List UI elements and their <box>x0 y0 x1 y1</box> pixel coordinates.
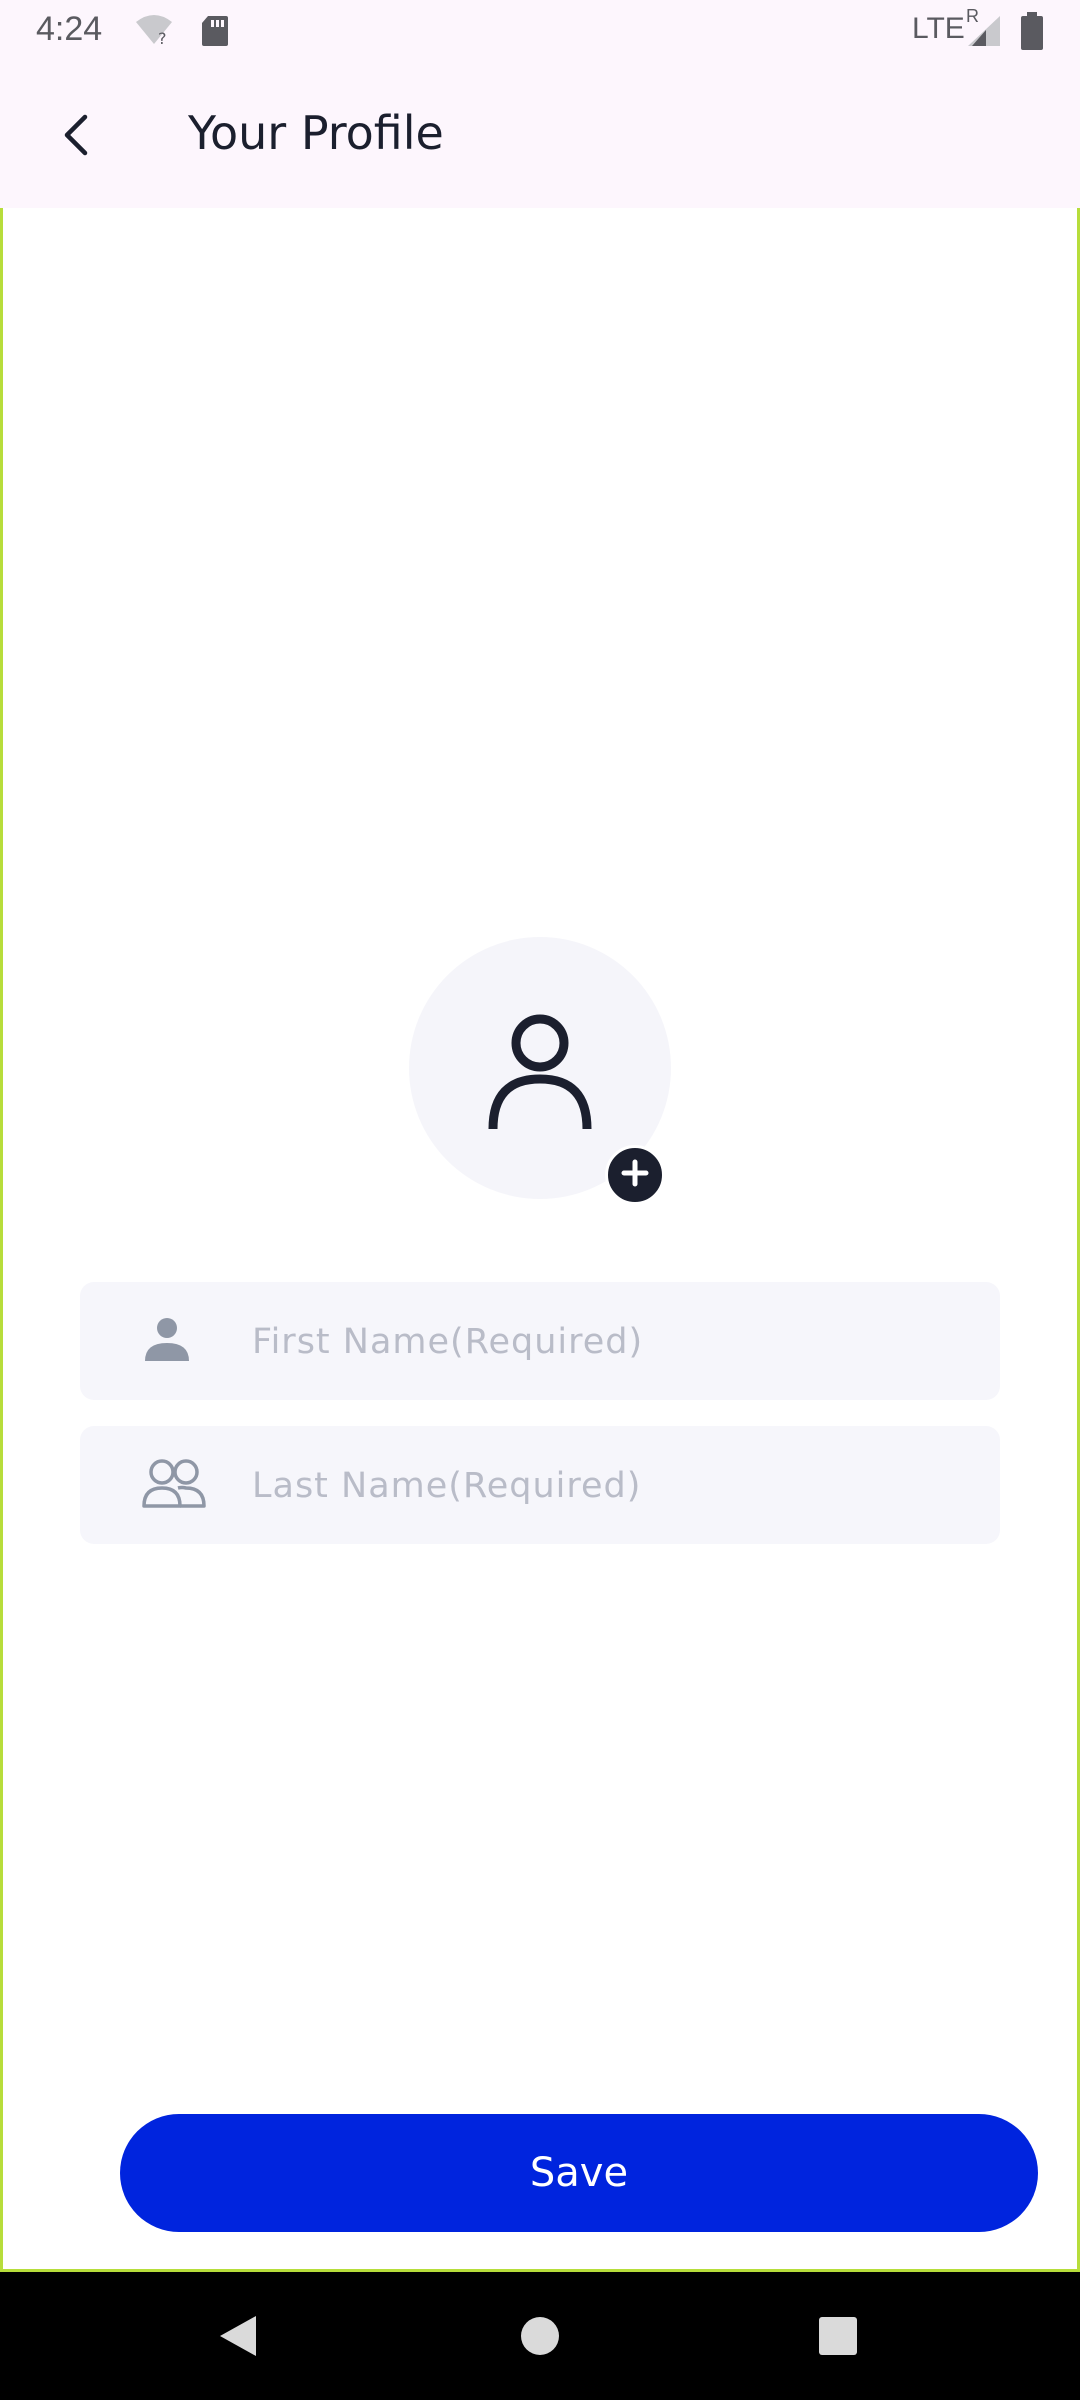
status-bar: 4:24 ? LTE R <box>0 0 1080 62</box>
last-name-field <box>80 1426 1000 1546</box>
network-type-label: LTE <box>912 12 965 45</box>
wifi-icon: ? <box>134 14 174 51</box>
last-name-input[interactable] <box>250 1426 974 1546</box>
avatar-picker[interactable] <box>409 937 671 1205</box>
page-title: Your Profile <box>188 106 444 160</box>
svg-text:?: ? <box>158 29 167 46</box>
first-name-input[interactable] <box>250 1282 974 1402</box>
nav-recents-icon[interactable] <box>818 2316 858 2361</box>
sd-card-icon <box>200 14 230 53</box>
person-icon <box>142 1315 192 1370</box>
save-button[interactable]: Save <box>120 2114 1038 2232</box>
person-icon <box>487 1013 593 1136</box>
signal-icon <box>966 14 1002 53</box>
nav-home-icon[interactable] <box>520 2316 560 2361</box>
navigation-bar <box>0 2272 1080 2400</box>
add-photo-button[interactable] <box>605 1145 665 1205</box>
back-button[interactable] <box>40 102 110 172</box>
plus-icon <box>620 1158 650 1193</box>
battery-icon <box>1020 12 1044 55</box>
app-bar: Your Profile <box>0 62 1080 208</box>
status-time: 4:24 <box>36 10 103 48</box>
chevron-left-icon <box>57 113 93 162</box>
nav-back-icon[interactable] <box>216 2312 260 2365</box>
people-icon <box>142 1456 208 1515</box>
first-name-field <box>80 1282 1000 1402</box>
